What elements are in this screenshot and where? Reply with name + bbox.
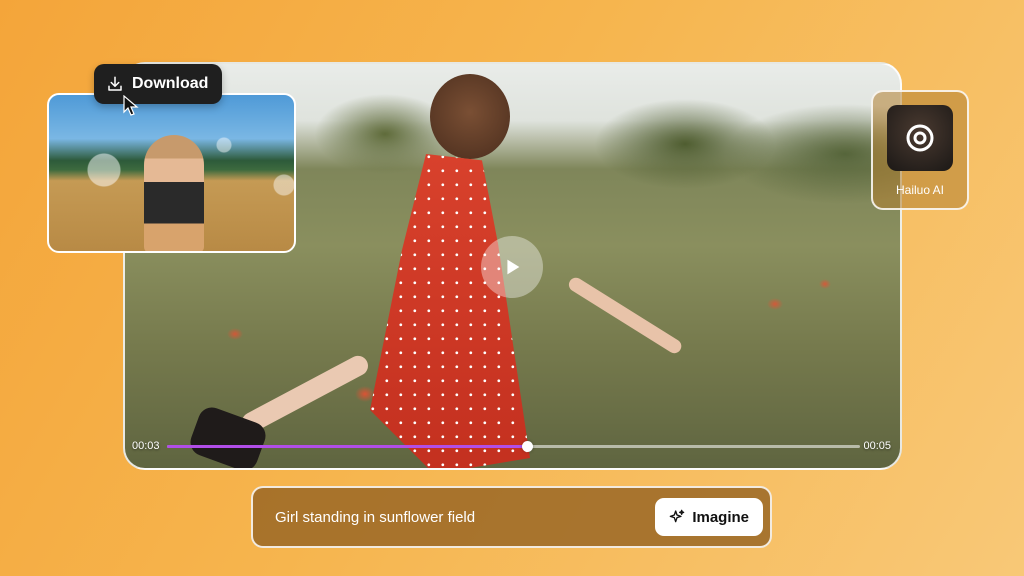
progress-fill [167, 445, 528, 448]
progress-thumb[interactable] [522, 441, 534, 452]
hailuo-logo-icon [887, 105, 953, 171]
download-label: Download [132, 75, 209, 92]
current-time: 00:03 [132, 440, 160, 452]
thumbnail-subject [144, 135, 204, 251]
imagine-button[interactable]: Imagine [655, 498, 763, 536]
play-icon [507, 259, 520, 275]
sparkle-icon [669, 509, 685, 523]
total-time: 00:05 [863, 440, 891, 452]
video-frame-arm [566, 275, 684, 356]
prompt-input[interactable]: Girl standing in sunflower field [275, 509, 475, 526]
download-icon [108, 76, 122, 91]
prompt-bar: Girl standing in sunflower field Imagine [251, 486, 772, 548]
cursor-icon [123, 95, 139, 116]
download-button[interactable]: Download [94, 64, 223, 104]
model-selector[interactable]: Hailuo AI [871, 90, 969, 210]
model-name: Hailuo AI [895, 183, 945, 197]
source-image-thumbnail[interactable] [47, 93, 296, 253]
progress-track[interactable] [167, 441, 860, 452]
imagine-label: Imagine [692, 508, 749, 526]
video-frame-head [430, 74, 510, 159]
play-button[interactable] [481, 236, 543, 298]
video-frame-dress [370, 154, 530, 468]
